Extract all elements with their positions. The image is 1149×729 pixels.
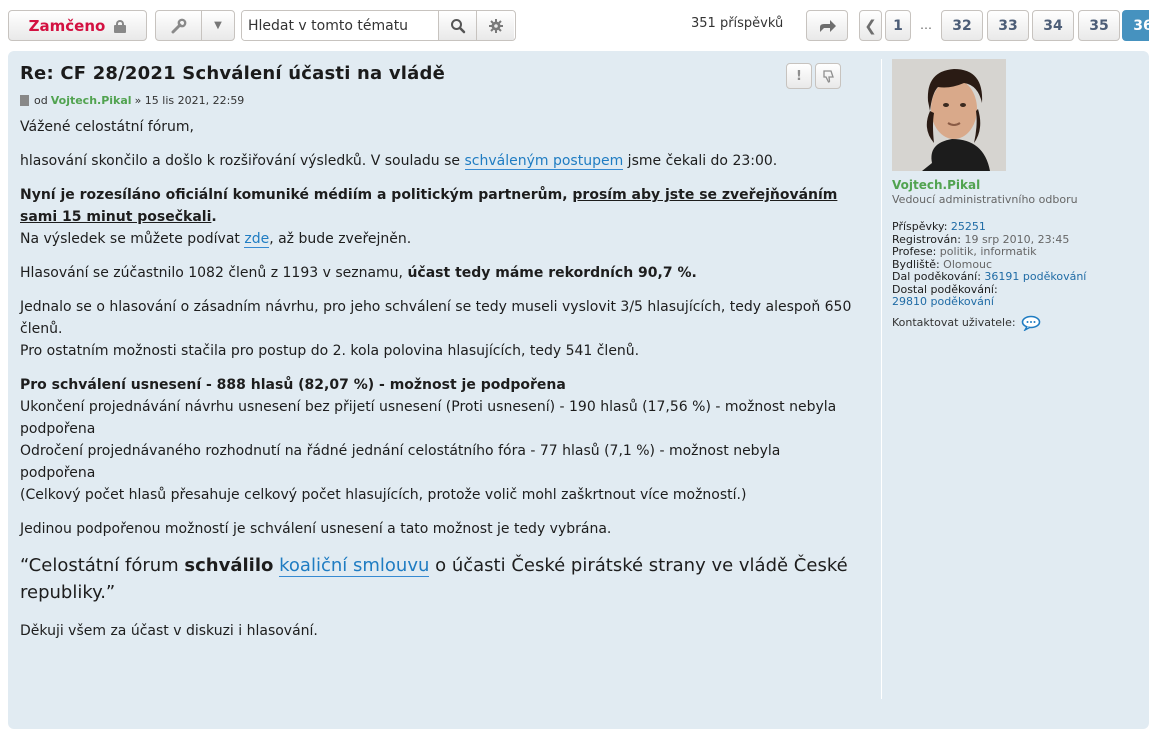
page-35[interactable]: 35: [1078, 10, 1120, 41]
page-33[interactable]: 33: [987, 10, 1029, 41]
closing-thanks: Děkuji všem za účast v diskuzi i hlasová…: [20, 623, 318, 639]
paragraph-turnout: Hlasování se zúčastnilo 1082 členů z 119…: [20, 265, 697, 281]
lock-icon: [114, 19, 127, 33]
post-count: 351 příspěvků: [691, 16, 784, 31]
speech-bubble-icon[interactable]: [1021, 315, 1041, 331]
topic-toolbar: Zamčeno ▼ 351 příspěvků ❮ 1 … 32 33 34 3…: [0, 0, 1149, 44]
forum-post: Re: CF 28/2021 Schválení účasti na vládě…: [8, 51, 1149, 729]
paragraph-vote-results: Pro schválení usnesení - 888 hlasů (82,0…: [20, 377, 837, 503]
page-32[interactable]: 32: [941, 10, 983, 41]
profile-contact: Kontaktovat uživatele:: [892, 315, 1141, 331]
profile-rank: Vedoucí administrativního odboru: [892, 193, 1078, 206]
post-author-line: od Vojtech.Pikal » 15 lis 2021, 22:59: [20, 94, 860, 107]
profile-got-thanks: Dostal poděkování: 29810 poděkování: [892, 282, 998, 308]
post-body: Re: CF 28/2021 Schválení účasti na vládě…: [20, 63, 860, 654]
warn-button[interactable]: [815, 63, 841, 89]
posts-count-link[interactable]: 25251: [951, 220, 986, 233]
contact-label: Kontaktovat uživatele:: [892, 316, 1016, 329]
greeting: Vážené celostátní fórum,: [20, 119, 195, 135]
post-content: Vážené celostátní fórum, hlasování skonč…: [20, 116, 860, 642]
avatar[interactable]: [892, 59, 1006, 171]
gave-thanks-link[interactable]: 36191 poděkování: [984, 270, 1086, 283]
exclamation-icon: !: [796, 68, 802, 84]
author-by: od: [34, 94, 48, 107]
coalition-agreement-link[interactable]: koaliční smlouvu: [279, 555, 430, 577]
page-34[interactable]: 34: [1032, 10, 1074, 41]
chevron-left-icon: ❮: [864, 16, 877, 35]
got-thanks-link[interactable]: 29810 poděkování: [892, 295, 994, 308]
previous-page-button[interactable]: ❮: [859, 10, 882, 41]
result-link[interactable]: zde: [244, 231, 270, 248]
paragraph-communique: Nyní je rozesíláno oficiální komuniké mé…: [20, 187, 838, 248]
post-date: » 15 lis 2021, 22:59: [134, 94, 245, 107]
search-icon: [450, 18, 465, 33]
jump-to-post-button[interactable]: [806, 10, 848, 41]
search-input[interactable]: [242, 11, 438, 40]
locked-label: Zamčeno: [28, 16, 106, 35]
resolution-quote: “Celostátní fórum schválilo koaliční sml…: [20, 555, 848, 603]
author-name-link[interactable]: Vojtech.Pikal: [51, 94, 132, 107]
paragraph-result-info: hlasování skončilo a došlo k rozšiřování…: [20, 153, 778, 170]
topic-search: [241, 10, 516, 41]
arrow-right-icon: [820, 19, 836, 32]
paragraph-majority: Jednalo se o hlasování o zásadním návrhu…: [20, 299, 852, 359]
advanced-search-button[interactable]: [476, 11, 514, 40]
topic-tools-button[interactable]: ▼: [155, 10, 235, 41]
search-button[interactable]: [438, 11, 476, 40]
locked-button[interactable]: Zamčeno: [8, 10, 147, 41]
profile-details: Příspěvky: 25251 Registrován: 19 srp 201…: [892, 220, 1141, 309]
post-title[interactable]: Re: CF 28/2021 Schválení účasti na vládě: [20, 63, 860, 84]
profile-username[interactable]: Vojtech.Pikal: [892, 178, 1141, 192]
pagination-ellipsis: …: [920, 18, 932, 32]
post-icon: [20, 95, 29, 106]
chevron-down-icon: ▼: [214, 20, 222, 31]
paragraph-outcome: Jedinou podpořenou možností je schválení…: [20, 521, 612, 537]
thumbs-down-icon: [822, 69, 834, 83]
approved-procedure-link[interactable]: schváleným postupem: [464, 153, 624, 170]
page-1[interactable]: 1: [885, 10, 911, 41]
author-profile: Vojtech.Pikal Vedoucí administrativního …: [881, 59, 1141, 699]
report-button[interactable]: !: [786, 63, 812, 89]
gear-icon: [488, 18, 503, 33]
page-36-current[interactable]: 36: [1122, 10, 1149, 41]
wrench-icon: [156, 11, 202, 40]
post-actions: !: [786, 63, 841, 89]
